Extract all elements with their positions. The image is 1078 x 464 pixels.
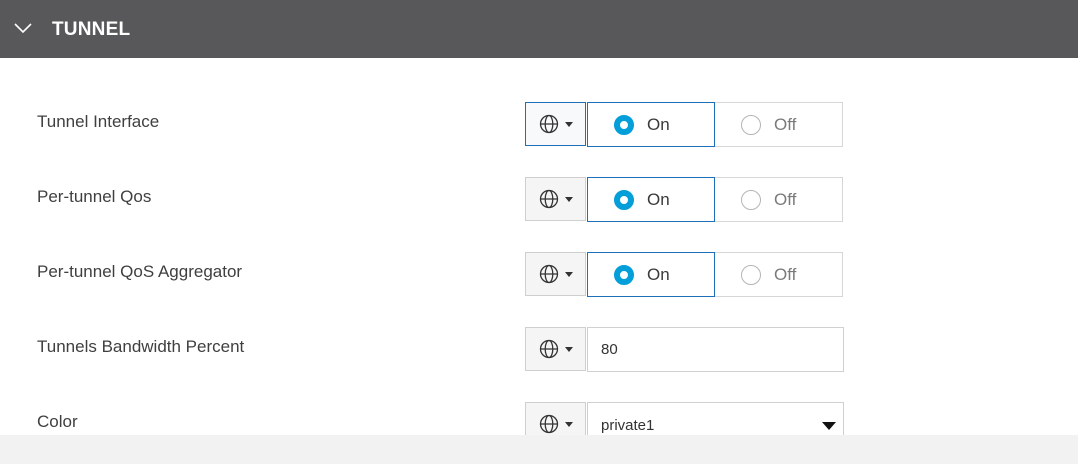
tunnel-interface-on-radio[interactable]: On — [587, 102, 715, 147]
section-header-tunnel[interactable]: TUNNEL — [0, 0, 1078, 58]
radio-off-label: Off — [774, 264, 797, 284]
radio-unchecked-icon — [741, 264, 761, 285]
per-tunnel-qos-label: Per-tunnel Qos — [37, 187, 152, 206]
radio-off-label: Off — [774, 189, 797, 209]
globe-icon — [539, 189, 558, 209]
caret-down-icon — [822, 422, 836, 430]
globe-icon — [539, 339, 558, 359]
caret-down-icon — [564, 122, 573, 127]
per-tunnel-qos-aggregator-label: Per-tunnel QoS Aggregator — [37, 262, 243, 281]
per-tunnel-qos-aggregator-on-radio[interactable]: On — [587, 252, 715, 297]
caret-down-icon — [564, 197, 573, 202]
per-tunnel-qos-aggregator-scope-button[interactable] — [525, 252, 586, 296]
color-select-value: private1 — [601, 417, 655, 434]
globe-icon — [539, 414, 558, 434]
radio-unchecked-icon — [741, 189, 761, 210]
tunnels-bandwidth-percent-scope-button[interactable] — [525, 327, 586, 371]
globe-icon — [539, 114, 558, 134]
radio-off-label: Off — [774, 114, 797, 134]
tunnels-bandwidth-percent-input[interactable] — [587, 327, 844, 372]
chevron-down-icon — [14, 23, 32, 34]
per-tunnel-qos-off-radio[interactable]: Off — [715, 177, 843, 222]
caret-down-icon — [564, 422, 573, 427]
color-label: Color — [37, 412, 78, 431]
radio-on-label: On — [647, 264, 670, 284]
section-title: TUNNEL — [52, 19, 131, 40]
per-tunnel-qos-on-radio[interactable]: On — [587, 177, 715, 222]
per-tunnel-qos-scope-button[interactable] — [525, 177, 586, 221]
radio-on-label: On — [647, 189, 670, 209]
caret-down-icon — [564, 347, 573, 352]
radio-checked-icon — [614, 189, 634, 210]
footer-bar — [0, 435, 1078, 464]
radio-checked-icon — [614, 264, 634, 285]
globe-icon — [539, 264, 558, 284]
radio-unchecked-icon — [741, 114, 761, 135]
radio-checked-icon — [614, 114, 634, 135]
tunnel-interface-off-radio[interactable]: Off — [715, 102, 843, 147]
tunnels-bandwidth-percent-label: Tunnels Bandwidth Percent — [37, 337, 245, 356]
per-tunnel-qos-aggregator-off-radio[interactable]: Off — [715, 252, 843, 297]
tunnel-interface-label: Tunnel Interface — [37, 112, 160, 131]
caret-down-icon — [564, 272, 573, 277]
radio-on-label: On — [647, 114, 670, 134]
tunnel-interface-scope-button[interactable] — [525, 102, 586, 146]
